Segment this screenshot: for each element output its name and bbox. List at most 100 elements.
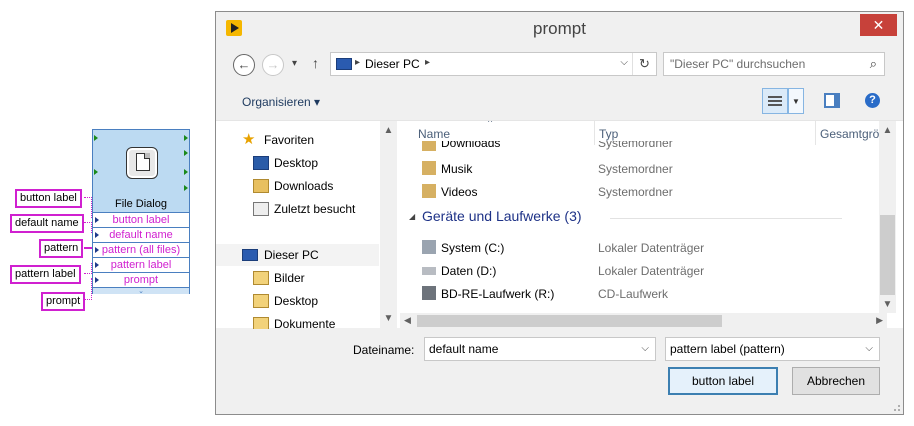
scroll-down-arrow-icon[interactable]: ▼ (879, 299, 896, 310)
constant-text: default name (15, 217, 79, 229)
nav-item-bilder[interactable]: Bilder (216, 267, 379, 289)
group-collapse-icon[interactable]: ◢ (409, 212, 415, 221)
terminal-button-label[interactable]: button label (93, 212, 189, 227)
horizontal-scroll-thumb[interactable] (417, 315, 722, 327)
breadcrumb-dieser-pc[interactable]: Dieser PC (365, 57, 420, 71)
ok-button[interactable]: button label (668, 367, 778, 395)
preview-pane-button[interactable] (824, 93, 840, 108)
forward-button[interactable]: → (262, 54, 284, 76)
list-item[interactable]: System (C:) Lokaler Datenträger (400, 236, 880, 259)
nav-item-desktop-pc[interactable]: Desktop (216, 290, 379, 312)
output-arrow-icon (184, 185, 188, 191)
column-header-name[interactable]: Name (418, 127, 450, 141)
resize-grip-icon[interactable] (891, 402, 901, 412)
documents-icon (253, 317, 269, 329)
back-button[interactable]: ← (233, 54, 255, 76)
scroll-right-arrow-icon[interactable]: ▶ (876, 315, 883, 326)
pattern-label-constant[interactable]: pattern label (10, 265, 81, 284)
button-label-constant[interactable]: button label (15, 189, 82, 208)
list-item[interactable]: BD-RE-Laufwerk (R:) CD-Laufwerk (400, 282, 880, 305)
group-divider (610, 218, 842, 219)
list-item[interactable]: Downloads Systemordner (400, 141, 880, 155)
recent-locations-dropdown[interactable]: ▾ (292, 58, 297, 69)
column-header-type[interactable]: Typ (599, 127, 618, 141)
output-arrow-icon (184, 135, 188, 141)
filename-field[interactable]: default name ⌵ (424, 337, 656, 361)
terminal-pattern-label[interactable]: pattern label (93, 257, 189, 272)
change-view-button[interactable] (762, 88, 788, 114)
organize-menu-button[interactable]: Organisieren ▾ (242, 95, 320, 109)
output-arrow-icon (184, 169, 188, 175)
nav-pane-scrollbar[interactable]: ▲ ▼ (380, 121, 397, 329)
refresh-button[interactable]: ↻ (632, 53, 656, 75)
command-bar: Organisieren ▾ ▼ ? (216, 82, 903, 120)
terminal-prompt[interactable]: prompt (93, 272, 189, 287)
item-name: Musik (441, 162, 473, 176)
item-name: Downloads (441, 141, 501, 150)
nav-item-favoriten[interactable]: ★ Favoriten (216, 129, 379, 151)
computer-icon (242, 249, 258, 261)
browser-area: ★ Favoriten Desktop Downloads Zuletzt be… (216, 120, 903, 329)
list-item[interactable]: Daten (D:) Lokaler Datenträger (400, 259, 880, 282)
breadcrumb-separator-icon: ▸ (355, 57, 361, 68)
terminal-pattern[interactable]: pattern (all files) (93, 242, 189, 257)
constant-text: button label (20, 192, 77, 204)
terminal-default-name[interactable]: default name (93, 227, 189, 242)
nav-item-downloads[interactable]: Downloads (216, 175, 379, 197)
item-name: Videos (441, 185, 478, 199)
expand-node-chevron-icon[interactable]: ⌄ (93, 287, 189, 295)
list-item[interactable]: Musik Systemordner (400, 157, 880, 180)
filename-label: Dateiname: (353, 343, 415, 357)
cancel-button[interactable]: Abbrechen (792, 367, 880, 395)
nav-item-label: Favoriten (264, 133, 315, 147)
wire (84, 263, 92, 274)
title-bar[interactable]: prompt ✕ (216, 12, 903, 44)
default-name-constant[interactable]: default name (10, 214, 84, 233)
search-box[interactable]: ⌕ (663, 52, 885, 76)
address-dropdown-icon[interactable]: ⌵ (620, 57, 628, 68)
prompt-constant[interactable]: prompt (41, 292, 86, 311)
item-type: CD-Laufwerk (598, 287, 669, 301)
group-header-devices[interactable]: Geräte und Laufwerke (3) (422, 208, 582, 224)
nav-item-label: Downloads (274, 179, 334, 193)
nav-item-zuletzt-besucht[interactable]: Zuletzt besucht (216, 198, 379, 220)
navigation-pane: ★ Favoriten Desktop Downloads Zuletzt be… (216, 121, 397, 329)
chevron-down-icon[interactable]: ⌵ (865, 343, 873, 354)
scroll-up-arrow-icon[interactable]: ▲ (879, 125, 896, 136)
pattern-constant[interactable]: pattern (39, 239, 84, 258)
file-type-filter[interactable]: pattern label (pattern) ⌵ (665, 337, 880, 361)
downloads-folder-icon (422, 141, 436, 151)
help-icon[interactable]: ? (865, 93, 880, 108)
close-button[interactable]: ✕ (860, 14, 897, 36)
breadcrumb-separator-icon[interactable]: ▸ (425, 57, 430, 68)
star-icon: ★ (242, 131, 256, 148)
constant-text: pattern label (15, 268, 76, 280)
horizontal-scrollbar[interactable]: ◀ ▶ (400, 313, 887, 329)
scroll-up-arrow-icon[interactable]: ▲ (380, 125, 397, 136)
filename-value[interactable]: default name (429, 342, 498, 356)
scroll-left-arrow-icon[interactable]: ◀ (404, 315, 411, 326)
view-options-dropdown[interactable]: ▼ (788, 88, 804, 114)
hard-drive-icon (422, 267, 436, 275)
nav-item-label: Dieser PC (264, 248, 319, 262)
constant-text: prompt (46, 295, 81, 307)
nav-item-label: Desktop (274, 156, 319, 170)
search-input[interactable] (670, 56, 855, 72)
scroll-down-arrow-icon[interactable]: ▼ (380, 313, 397, 324)
file-dialog-node[interactable]: File Dialog button label default name pa… (92, 129, 190, 295)
nav-item-dokumente[interactable]: Dokumente (216, 313, 379, 329)
address-bar[interactable]: ▸ Dieser PC ▸ ⌵ ↻ (330, 52, 657, 76)
close-icon: ✕ (872, 17, 885, 33)
nav-item-desktop[interactable]: Desktop (216, 152, 379, 174)
file-list: Name ^ Typ Gesamtgröße Downloads Systemo… (400, 121, 903, 329)
chevron-down-icon[interactable]: ⌵ (641, 343, 649, 354)
desktop-icon (253, 156, 269, 170)
filter-value: pattern label (pattern) (670, 342, 785, 356)
search-icon[interactable]: ⌕ (870, 56, 877, 72)
nav-item-label: Bilder (274, 271, 305, 285)
nav-item-dieser-pc[interactable]: Dieser PC (216, 244, 379, 266)
file-list-scrollbar[interactable]: ▲ ▼ (879, 121, 896, 313)
up-button[interactable]: ↑ (312, 55, 319, 71)
vertical-scroll-thumb[interactable] (880, 215, 895, 295)
list-item[interactable]: Videos Systemordner (400, 180, 880, 203)
